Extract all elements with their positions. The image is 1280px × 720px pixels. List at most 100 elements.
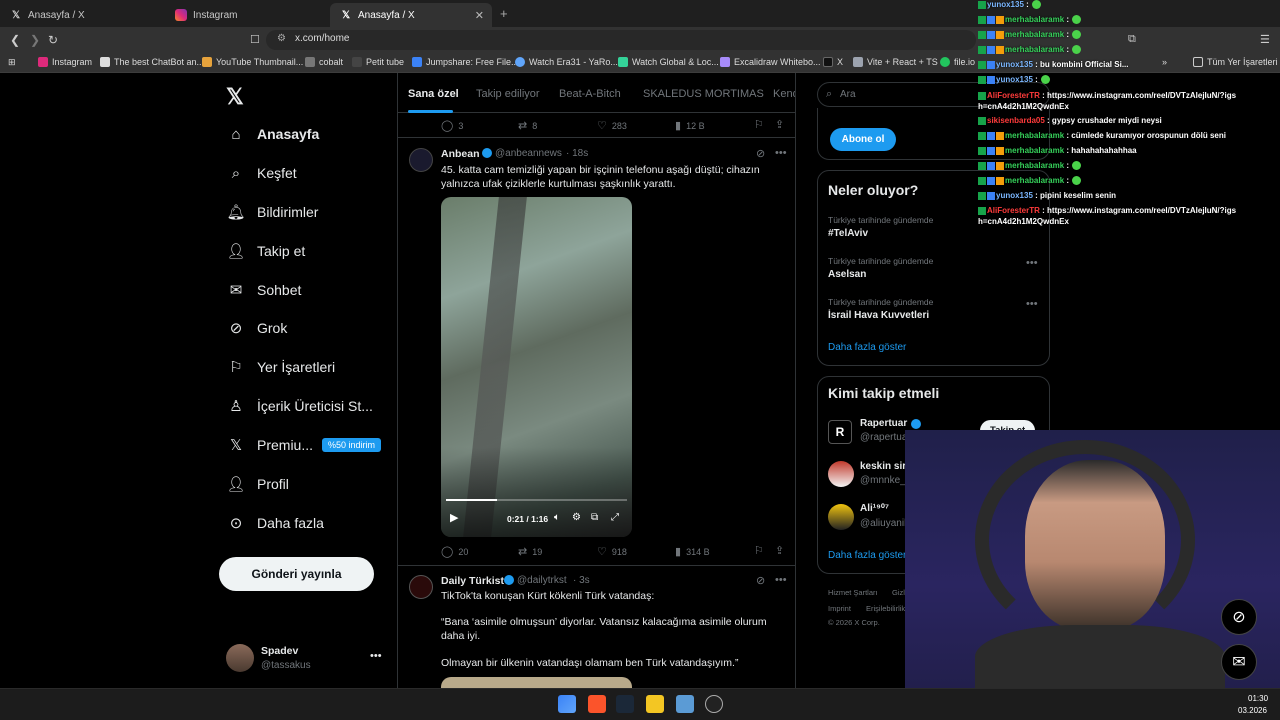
avatar[interactable] bbox=[828, 461, 854, 487]
show-more-who-link[interactable]: Daha fazla göster bbox=[828, 550, 906, 561]
forward-icon[interactable]: ❯ bbox=[30, 33, 40, 47]
share-icon[interactable]: ⇪ bbox=[775, 118, 784, 131]
back-icon[interactable]: ❮ bbox=[10, 33, 20, 47]
avatar[interactable]: R bbox=[828, 420, 852, 444]
tab-list-2[interactable]: SKALEDUS MORTIMAS bbox=[643, 88, 764, 100]
bookmark-item[interactable]: The best ChatBot an... bbox=[100, 57, 204, 67]
like-button[interactable]: ♡ 918 bbox=[597, 545, 627, 558]
nav-more[interactable]: ⊙ Daha fazla bbox=[227, 510, 324, 536]
new-tab-button[interactable]: + bbox=[500, 6, 508, 21]
bookmark-item[interactable]: cobalt bbox=[305, 57, 343, 67]
post-author-handle[interactable]: @anbeannews bbox=[495, 148, 562, 159]
reply-button[interactable]: ◯ 20 bbox=[441, 545, 468, 558]
more-icon[interactable]: ••• bbox=[775, 574, 787, 586]
trend-item[interactable]: Aselsan bbox=[828, 269, 866, 280]
obs-icon[interactable] bbox=[705, 695, 723, 713]
nav-premium[interactable]: 𝕏 Premiu... bbox=[227, 432, 313, 458]
apps-icon[interactable]: ⊞ bbox=[8, 57, 16, 68]
chevron-right-icon[interactable]: » bbox=[1162, 57, 1167, 67]
bookmark-item[interactable]: Petit tube bbox=[352, 57, 404, 67]
post-media[interactable] bbox=[441, 677, 632, 688]
bookmark-item[interactable]: Excalidraw Whitebo... bbox=[720, 57, 821, 67]
subscribe-button[interactable]: Abone ol bbox=[830, 128, 896, 151]
steam-icon[interactable] bbox=[616, 695, 634, 713]
url-field[interactable] bbox=[266, 30, 976, 50]
nav-explore[interactable]: ⌕ Keşfet bbox=[227, 160, 297, 186]
avatar[interactable] bbox=[409, 148, 433, 172]
account-menu-icon[interactable]: ••• bbox=[370, 650, 382, 662]
nav-follow[interactable]: 👤︎ Takip et bbox=[226, 238, 305, 264]
mute-icon[interactable]: 🔈︎ bbox=[554, 512, 560, 523]
tab-list-1[interactable]: Beat-A-Bitch bbox=[559, 88, 621, 100]
repost-button[interactable]: ⇄ 19 bbox=[518, 545, 542, 558]
post-author-name[interactable]: Daily Türkist bbox=[441, 575, 504, 587]
nav-bookmarks[interactable]: ⚐ Yer İşaretleri bbox=[227, 354, 335, 380]
url-text[interactable]: x.com/home bbox=[295, 33, 349, 44]
avatar[interactable] bbox=[828, 504, 854, 530]
nav-creator-studio[interactable]: ♙ İçerik Üreticisi St... bbox=[227, 393, 373, 419]
show-more-trends-link[interactable]: Daha fazla göster bbox=[828, 342, 906, 353]
bookmark-item[interactable]: YouTube Thumbnail... bbox=[202, 57, 303, 67]
tab-list-3[interactable]: Kend bbox=[773, 88, 795, 100]
tab-for-you[interactable]: Sana özel bbox=[408, 88, 459, 100]
play-icon[interactable]: ▶ bbox=[450, 511, 458, 524]
bookmark-icon[interactable]: ⚐ bbox=[754, 544, 764, 557]
menu-icon[interactable]: ☰ bbox=[1260, 33, 1270, 46]
bookmarks-folder[interactable]: Tüm Yer İşaretleri bbox=[1193, 57, 1278, 67]
bookmark-item[interactable]: Instagram bbox=[38, 57, 92, 67]
bookmark-item[interactable]: Watch Global & Loc... bbox=[618, 57, 719, 67]
grok-icon[interactable]: ⊘ bbox=[756, 574, 765, 587]
more-icon[interactable]: ••• bbox=[1026, 298, 1038, 310]
views-button[interactable]: ▮ 314 B bbox=[675, 545, 710, 558]
post-button[interactable]: Gönderi yayınla bbox=[219, 557, 374, 591]
site-info-icon[interactable]: ⚙ bbox=[277, 33, 286, 44]
more-icon[interactable]: ••• bbox=[775, 147, 787, 159]
nav-chat[interactable]: ✉ Sohbet bbox=[227, 277, 302, 303]
settings-icon[interactable]: ⚙ bbox=[572, 512, 581, 523]
tab-x-home-1[interactable]: 𝕏 Anasayfa / X bbox=[0, 3, 165, 27]
grok-float-button[interactable]: ⊘ bbox=[1221, 599, 1257, 635]
tab-instagram[interactable]: Instagram bbox=[165, 3, 330, 27]
tab-x-home-active[interactable]: 𝕏 Anasayfa / X ✕ bbox=[330, 3, 492, 27]
close-tab-icon[interactable]: ✕ bbox=[475, 9, 484, 22]
nav-grok[interactable]: ⊘ Grok bbox=[227, 315, 288, 341]
suggested-user-name[interactable]: Ali¹⁹⁰⁷ bbox=[860, 503, 889, 514]
grok-icon[interactable]: ⊘ bbox=[756, 147, 765, 160]
post-author-name[interactable]: Anbean bbox=[441, 148, 480, 160]
avatar[interactable] bbox=[226, 644, 254, 672]
start-icon[interactable] bbox=[558, 695, 576, 713]
bookmark-item[interactable]: file.io bbox=[940, 57, 975, 67]
tab-following[interactable]: Takip ediliyor bbox=[476, 88, 540, 100]
bookmark-item[interactable]: X bbox=[823, 57, 843, 67]
trend-item[interactable]: #TelAviv bbox=[828, 228, 868, 239]
fullscreen-icon[interactable]: ⤢ bbox=[611, 512, 619, 523]
footer-link[interactable]: Erişilebilirlik bbox=[866, 604, 905, 613]
x-logo-icon[interactable]: 𝕏 bbox=[226, 84, 244, 110]
nav-profile[interactable]: 👤︎ Profil bbox=[226, 471, 288, 497]
reply-button[interactable]: ◯ 3 bbox=[441, 119, 463, 132]
pip-icon[interactable]: ⧉ bbox=[591, 512, 598, 523]
like-button[interactable]: ♡ 283 bbox=[597, 119, 627, 132]
more-icon[interactable]: ••• bbox=[1026, 257, 1038, 269]
suggested-user-name[interactable]: Rapertuar bbox=[860, 418, 907, 429]
messages-float-button[interactable]: ✉ bbox=[1221, 644, 1257, 680]
views-button[interactable]: ▮ 12 B bbox=[675, 119, 705, 132]
post-author-handle[interactable]: @dailytrkst bbox=[517, 575, 567, 586]
share-icon[interactable]: ⇪ bbox=[775, 544, 784, 557]
brave-browser-icon[interactable] bbox=[588, 695, 606, 713]
photos-icon[interactable] bbox=[676, 695, 694, 713]
extensions-icon[interactable]: ⧉ bbox=[1128, 33, 1136, 46]
file-explorer-icon[interactable] bbox=[646, 695, 664, 713]
video-player[interactable]: ▶ 0:21 / 1:16 🔈︎ ⚙ ⧉ ⤢ bbox=[441, 197, 632, 537]
reload-icon[interactable]: ↻ bbox=[48, 33, 58, 47]
nav-home[interactable]: ⌂ Anasayfa bbox=[227, 121, 319, 147]
repost-button[interactable]: ⇄ 8 bbox=[518, 119, 537, 132]
post-time[interactable]: · 3s bbox=[573, 575, 590, 586]
bookmark-icon[interactable]: ⚐ bbox=[754, 118, 764, 131]
bookmark-page-icon[interactable]: ☐ bbox=[250, 33, 260, 46]
nav-notifications[interactable]: 🔔︎ Bildirimler bbox=[226, 199, 318, 225]
bookmark-item[interactable]: Vite + React + TS bbox=[853, 57, 938, 67]
trend-item[interactable]: İsrail Hava Kuvvetleri bbox=[828, 310, 929, 321]
bookmark-item[interactable]: Jumpshare: Free File... bbox=[412, 57, 519, 67]
avatar[interactable] bbox=[409, 575, 433, 599]
